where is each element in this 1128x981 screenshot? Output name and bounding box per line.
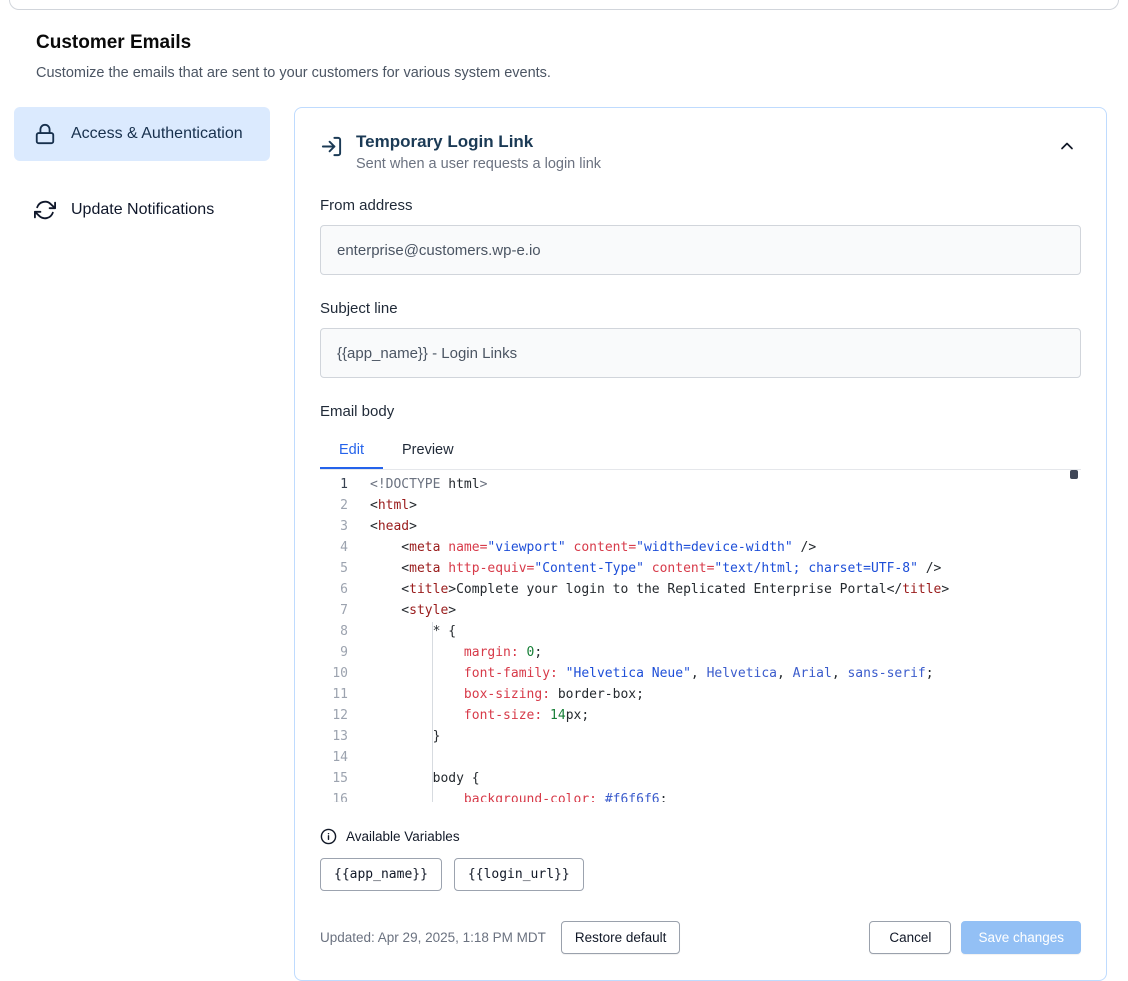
code-line: 10 font-family: "Helvetica Neue", Helvet…	[320, 663, 1081, 684]
refresh-icon	[34, 199, 56, 221]
tab-preview[interactable]: Preview	[383, 431, 473, 469]
line-number: 8	[320, 621, 348, 642]
code-text: <!DOCTYPE html>	[348, 474, 487, 495]
code-line: 7 <style>	[320, 600, 1081, 621]
code-line: 8 * {	[320, 621, 1081, 642]
sidebar: Access & Authentication Update Notificat…	[14, 107, 270, 237]
chevron-up-icon	[1057, 136, 1077, 159]
line-number: 12	[320, 705, 348, 726]
indent-guide	[432, 622, 433, 802]
card-title: Temporary Login Link	[356, 132, 601, 152]
card-header-text: Temporary Login Link Sent when a user re…	[356, 132, 601, 172]
code-text: box-sizing: border-box;	[348, 684, 644, 705]
cancel-button[interactable]: Cancel	[869, 921, 951, 954]
line-number: 2	[320, 495, 348, 516]
line-number: 7	[320, 600, 348, 621]
code-text: * {	[348, 621, 456, 642]
code-line: 14	[320, 747, 1081, 768]
tab-edit[interactable]: Edit	[320, 431, 383, 469]
lock-icon	[34, 123, 56, 145]
code-line: 2<html>	[320, 495, 1081, 516]
code-text: <html>	[348, 495, 417, 516]
code-line: 1<!DOCTYPE html>	[320, 474, 1081, 495]
code-text: <title>Complete your login to the Replic…	[348, 579, 949, 600]
save-changes-button[interactable]: Save changes	[961, 921, 1081, 954]
code-text: <meta name="viewport" content="width=dev…	[348, 537, 816, 558]
page-title: Customer Emails	[36, 32, 1128, 54]
code-line: 9 margin: 0;	[320, 642, 1081, 663]
sidebar-item-update-notifications[interactable]: Update Notifications	[14, 183, 270, 237]
sidebar-item-label: Update Notifications	[71, 198, 214, 222]
line-number: 5	[320, 558, 348, 579]
email-body-label: Email body	[320, 403, 1081, 420]
info-icon	[320, 828, 337, 845]
updated-timestamp: Updated: Apr 29, 2025, 1:18 PM MDT	[320, 930, 546, 945]
line-number: 4	[320, 537, 348, 558]
available-variables-label: Available Variables	[346, 829, 460, 844]
code-editor-lines: 1<!DOCTYPE html>2<html>3<head>4 <meta na…	[320, 474, 1081, 802]
sidebar-item-access-authentication[interactable]: Access & Authentication	[14, 107, 270, 161]
line-number: 6	[320, 579, 348, 600]
line-number: 1	[320, 474, 348, 495]
code-line: 3<head>	[320, 516, 1081, 537]
line-number: 11	[320, 684, 348, 705]
line-number: 15	[320, 768, 348, 789]
code-text: <style>	[348, 600, 456, 621]
code-text: margin: 0;	[348, 642, 542, 663]
from-address-input[interactable]	[320, 225, 1081, 275]
code-text: <meta http-equiv="Content-Type" content=…	[348, 558, 941, 579]
subject-line-input[interactable]	[320, 328, 1081, 378]
card-subtitle: Sent when a user requests a login link	[356, 156, 601, 172]
restore-default-button[interactable]: Restore default	[561, 921, 681, 954]
collapse-section-button[interactable]	[1053, 132, 1081, 163]
line-number: 13	[320, 726, 348, 747]
variable-chips: {{app_name}} {{login_url}}	[320, 858, 1081, 891]
editor-tabs: Edit Preview	[320, 431, 1081, 470]
code-line: 11 box-sizing: border-box;	[320, 684, 1081, 705]
code-editor[interactable]: 1<!DOCTYPE html>2<html>3<head>4 <meta na…	[320, 470, 1081, 802]
code-text	[348, 747, 370, 768]
page-subtitle: Customize the emails that are sent to yo…	[36, 65, 1128, 81]
card-footer: Updated: Apr 29, 2025, 1:18 PM MDT Resto…	[320, 921, 1081, 954]
code-text: font-size: 14px;	[348, 705, 589, 726]
available-variables-row: Available Variables	[320, 828, 1081, 845]
card-header: Temporary Login Link Sent when a user re…	[320, 132, 1081, 172]
code-line: 6 <title>Complete your login to the Repl…	[320, 579, 1081, 600]
content-layout: Access & Authentication Update Notificat…	[0, 107, 1128, 981]
code-text: <head>	[348, 516, 417, 537]
line-number: 14	[320, 747, 348, 768]
line-number: 16	[320, 789, 348, 802]
code-text: font-family: "Helvetica Neue", Helvetica…	[348, 663, 934, 684]
editor-scrollbar-thumb[interactable]	[1070, 470, 1078, 479]
sidebar-item-label: Access & Authentication	[71, 122, 243, 146]
previous-card-bottom-edge	[9, 0, 1119, 10]
code-text: background-color: #f6f6f6;	[348, 789, 667, 802]
code-line: 5 <meta http-equiv="Content-Type" conten…	[320, 558, 1081, 579]
email-settings-card: Temporary Login Link Sent when a user re…	[294, 107, 1107, 981]
subject-line-label: Subject line	[320, 300, 1081, 317]
code-line: 13 }	[320, 726, 1081, 747]
line-number: 3	[320, 516, 348, 537]
code-text: body {	[348, 768, 480, 789]
line-number: 9	[320, 642, 348, 663]
login-icon	[320, 135, 343, 158]
line-number: 10	[320, 663, 348, 684]
code-line: 16 background-color: #f6f6f6;	[320, 789, 1081, 802]
code-text: }	[348, 726, 440, 747]
variable-chip-login-url[interactable]: {{login_url}}	[454, 858, 584, 891]
code-line: 12 font-size: 14px;	[320, 705, 1081, 726]
from-address-label: From address	[320, 197, 1081, 214]
code-line: 15 body {	[320, 768, 1081, 789]
variable-chip-app-name[interactable]: {{app_name}}	[320, 858, 442, 891]
code-line: 4 <meta name="viewport" content="width=d…	[320, 537, 1081, 558]
